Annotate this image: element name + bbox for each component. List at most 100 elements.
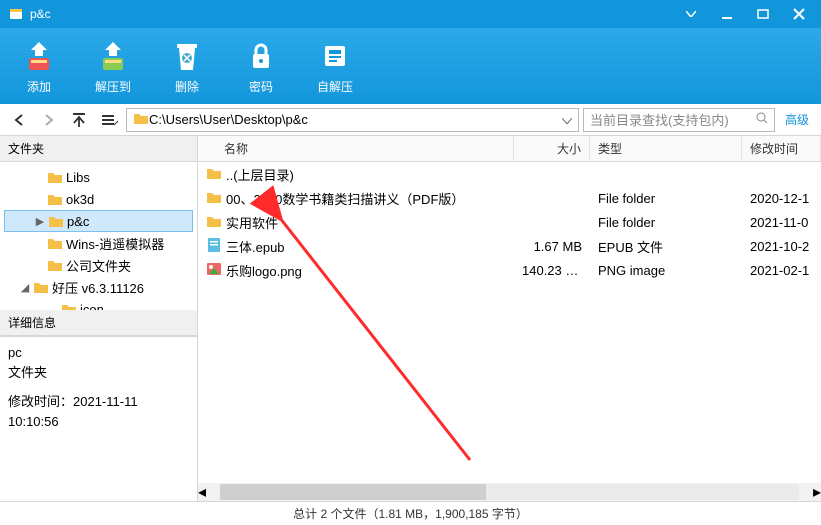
folder-icon — [32, 279, 50, 295]
file-date: 2021-10-2 — [742, 239, 821, 254]
file-icon — [206, 261, 222, 280]
folder-icon — [47, 213, 65, 229]
file-name: 乐购logo.png — [226, 261, 302, 280]
extract-label: 解压到 — [95, 78, 131, 95]
app-icon — [8, 6, 24, 22]
add-label: 添加 — [27, 78, 51, 95]
add-button[interactable]: 添加 — [12, 38, 66, 95]
tree-label: 公司文件夹 — [66, 256, 131, 275]
col-size[interactable]: 大小 — [514, 136, 590, 161]
details-panel-header: 详细信息 — [0, 310, 197, 336]
folder-tree: Libs ok3d ▶ p&c Wins-逍遥模拟器公司文件夹 ◢ 好压 v6.3.1112… — [0, 162, 197, 310]
tree-item[interactable]: Libs — [4, 166, 193, 188]
delete-button[interactable]: 删除 — [160, 38, 214, 95]
file-name: 三体.epub — [226, 237, 285, 256]
tree-label: ok3d — [66, 192, 94, 207]
file-row[interactable]: 乐购logo.png 140.23 KBPNG image2021-02-1 — [198, 258, 821, 282]
file-type: EPUB 文件 — [590, 237, 742, 256]
scroll-track[interactable] — [220, 484, 799, 500]
tree-item[interactable]: ▶ p&c — [4, 210, 193, 232]
file-icon — [206, 214, 222, 231]
folder-icon — [133, 111, 149, 128]
delete-label: 删除 — [175, 78, 199, 95]
file-icon — [206, 190, 222, 207]
file-name: 实用软件 — [226, 213, 278, 232]
advanced-link[interactable]: 高级 — [779, 111, 815, 128]
tree-label: p&c — [67, 214, 89, 229]
window-title: p&c — [30, 7, 677, 21]
details-name: pc — [8, 343, 189, 363]
tree-item[interactable]: Wins-逍遥模拟器 — [4, 232, 193, 254]
details-modified-label: 修改时间： — [8, 394, 73, 409]
folder-icon — [46, 235, 64, 251]
sfx-button[interactable]: 自解压 — [308, 38, 362, 95]
file-row[interactable]: 00、2020数学书籍类扫描讲义（PDF版） File folder2020-12… — [198, 186, 821, 210]
details-panel: pc 文件夹 修改时间：2021-11-11 10:10:56 — [0, 336, 197, 501]
file-type: File folder — [590, 191, 742, 206]
tree-twisty[interactable]: ▶ — [33, 215, 47, 228]
password-button[interactable]: 密码 — [234, 38, 288, 95]
scroll-thumb[interactable] — [220, 484, 486, 500]
tree-label: Libs — [66, 170, 90, 185]
title-bar: p&c — [0, 0, 821, 28]
tree-item[interactable]: ◢ 好压 v6.3.11126 — [4, 276, 193, 298]
folder-icon — [46, 257, 64, 273]
tree-item[interactable]: ok3d — [4, 188, 193, 210]
file-name: ..(上层目录) — [226, 165, 294, 184]
tree-item[interactable]: 公司文件夹 — [4, 254, 193, 276]
tree-label: 好压 v6.3.11126 — [52, 278, 144, 297]
search-input[interactable]: 当前目录查找(支持包内) — [583, 108, 775, 132]
trash-icon — [169, 38, 205, 74]
file-list: ..(上层目录) 00、2020数学书籍类扫描讲义（PDF版） File folde… — [198, 162, 821, 483]
sfx-label: 自解压 — [317, 78, 353, 95]
nav-row: C:\Users\User\Desktop\p&c 当前目录查找(支持包内) 高… — [0, 104, 821, 136]
file-size: 1.67 MB — [514, 239, 590, 254]
lock-icon — [243, 38, 279, 74]
folder-icon — [46, 191, 64, 207]
scroll-right-icon[interactable]: ▸ — [813, 482, 821, 502]
dropdown-button[interactable] — [677, 4, 705, 24]
folder-icon — [46, 169, 64, 185]
file-type: PNG image — [590, 263, 742, 278]
file-row[interactable]: 实用软件File folder2021-11-0 — [198, 210, 821, 234]
col-type[interactable]: 类型 — [590, 136, 742, 161]
password-label: 密码 — [249, 78, 273, 95]
path-text: C:\Users\User\Desktop\p&c — [149, 112, 562, 127]
search-icon — [756, 112, 768, 127]
close-button[interactable] — [785, 4, 813, 24]
view-button[interactable] — [96, 108, 122, 132]
sfx-icon — [317, 38, 353, 74]
tree-item[interactable]: icon — [4, 298, 193, 310]
forward-button[interactable] — [36, 108, 62, 132]
file-row[interactable]: ..(上层目录) — [198, 162, 821, 186]
minimize-button[interactable] — [713, 4, 741, 24]
maximize-button[interactable] — [749, 4, 777, 24]
h-scrollbar[interactable]: ◂ ▸ — [198, 483, 821, 501]
file-date: 2021-02-1 — [742, 263, 821, 278]
back-button[interactable] — [6, 108, 32, 132]
scroll-left-icon[interactable]: ◂ — [198, 482, 206, 502]
file-name: 00、2020数学书籍类扫描讲义（PDF版） — [226, 189, 464, 208]
column-headers: 名称 大小 类型 修改时间 — [198, 136, 821, 162]
extract-icon — [95, 38, 131, 74]
file-type: File folder — [590, 215, 742, 230]
folders-panel-header: 文件夹 — [0, 136, 197, 162]
folder-icon — [60, 301, 78, 310]
file-row[interactable]: 三体.epub 1.67 MBEPUB 文件2021-10-2 — [198, 234, 821, 258]
chevron-down-icon[interactable] — [562, 112, 572, 127]
toolbar-ribbon: 添加 解压到 删除 密码 自解压 — [0, 28, 821, 104]
up-button[interactable] — [66, 108, 92, 132]
tree-twisty[interactable]: ◢ — [18, 281, 32, 294]
file-icon — [206, 166, 222, 183]
status-bar: 总计 2 个文件（1.81 MB，1,900,185 字节） — [0, 501, 821, 525]
tree-label: Wins-逍遥模拟器 — [66, 234, 164, 253]
extract-button[interactable]: 解压到 — [86, 38, 140, 95]
path-box[interactable]: C:\Users\User\Desktop\p&c — [126, 108, 579, 132]
add-icon — [21, 38, 57, 74]
details-type: 文件夹 — [8, 363, 189, 383]
file-size: 140.23 KB — [514, 263, 590, 278]
tree-label: icon — [80, 302, 104, 311]
col-date[interactable]: 修改时间 — [742, 136, 821, 161]
col-name[interactable]: 名称 — [198, 136, 514, 161]
file-date: 2020-12-1 — [742, 191, 821, 206]
